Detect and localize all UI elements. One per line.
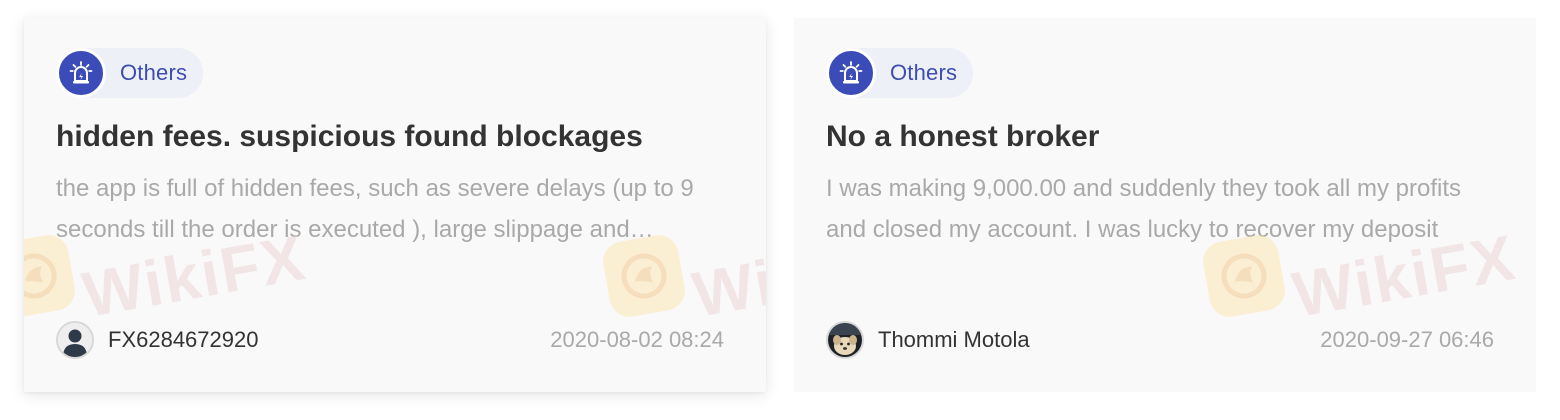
review-footer: Thommi Motola 2020-09-27 06:46 (826, 320, 1494, 360)
review-excerpt: I was making 9,000.00 and suddenly they … (826, 175, 1462, 243)
review-list: Others hidden fees. suspicious found blo… (0, 0, 1560, 420)
review-card[interactable]: Others No a honest broker I was making 9… (794, 18, 1536, 392)
review-excerpt: the app is full of hidden fees, such as … (56, 175, 694, 243)
review-title[interactable]: hidden fees. suspicious found blockages (56, 120, 734, 154)
author-name[interactable]: FX6284672920 (108, 327, 258, 353)
review-card[interactable]: Others hidden fees. suspicious found blo… (24, 18, 766, 392)
author-name[interactable]: Thommi Motola (878, 327, 1030, 353)
default-user-avatar (56, 321, 94, 359)
review-title[interactable]: No a honest broker (826, 120, 1504, 154)
alert-siren-icon (56, 48, 106, 98)
category-label: Others (890, 60, 958, 85)
review-footer: FX6284672920 2020-08-02 08:24 (56, 320, 724, 360)
category-label: Others (120, 60, 188, 85)
dog-photo-avatar (826, 321, 864, 359)
review-timestamp: 2020-08-02 08:24 (550, 327, 724, 352)
alert-siren-icon (826, 48, 876, 98)
review-timestamp: 2020-09-27 06:46 (1320, 327, 1494, 352)
category-tag[interactable]: Others (826, 48, 974, 98)
review-author[interactable]: FX6284672920 (56, 321, 258, 359)
category-tag[interactable]: Others (56, 48, 204, 98)
review-author[interactable]: Thommi Motola (826, 321, 1030, 359)
